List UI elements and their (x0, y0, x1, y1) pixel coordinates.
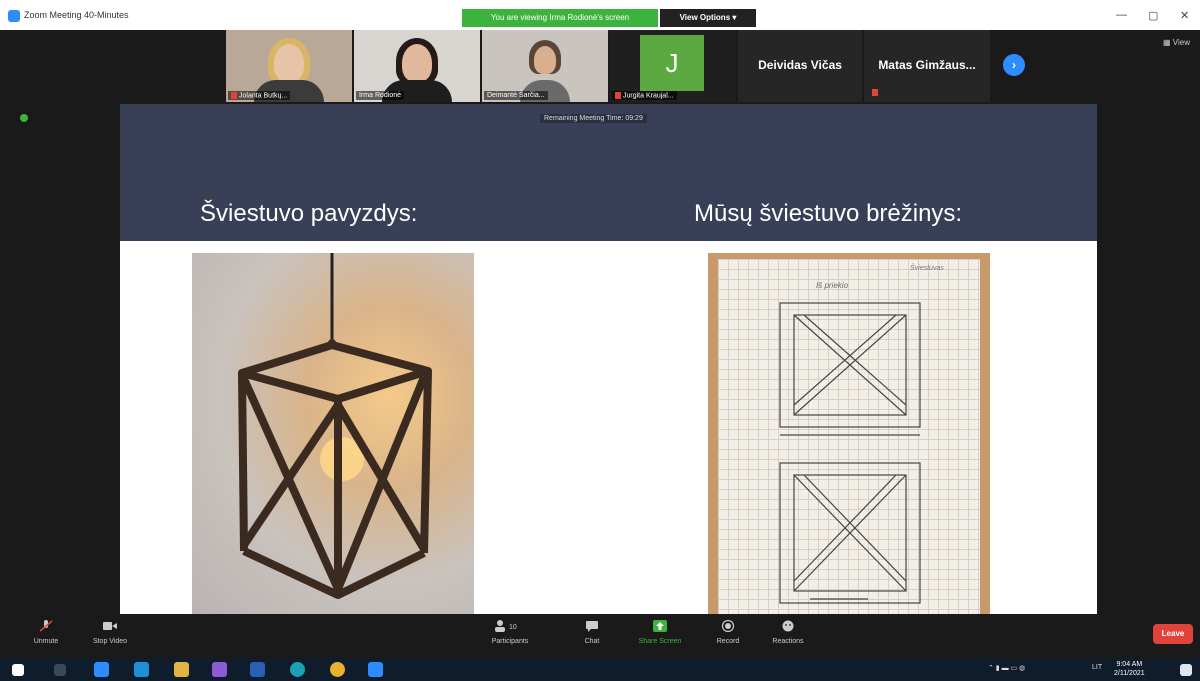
edge-icon[interactable] (290, 662, 305, 677)
security-shield-icon[interactable] (20, 114, 28, 122)
record-icon (721, 619, 735, 633)
svg-text:10: 10 (509, 624, 517, 631)
mic-muted-icon (231, 91, 237, 99)
close-button[interactable]: ✕ (1180, 9, 1189, 22)
chrome-icon[interactable] (330, 662, 345, 677)
share-screen-button[interactable]: Share Screen (630, 620, 690, 645)
participant-name: Deividas Vičas (758, 58, 842, 72)
participant-initial-avatar: J (640, 35, 704, 91)
chat-button[interactable]: Chat (574, 620, 610, 645)
screen-share-banner: You are viewing Irma Rodionė's screen (462, 9, 658, 27)
notifications-icon[interactable] (1180, 664, 1192, 676)
app-l-icon[interactable] (94, 662, 109, 677)
window-title: Zoom Meeting 40-Minutes (24, 10, 129, 20)
file-explorer-icon[interactable] (174, 662, 189, 677)
graph-paper: Šviestuvas Iš priekio (718, 259, 980, 614)
view-button[interactable]: ▦ View (1163, 38, 1190, 47)
view-options-button[interactable]: View Options ▾ (660, 9, 756, 27)
lamp-drawing-photo: Šviestuvas Iš priekio (708, 253, 990, 614)
unmute-button[interactable]: Unmute (26, 620, 66, 645)
chat-label: Chat (584, 638, 600, 645)
remaining-meeting-time: Remaining Meeting Time: 09:29 (540, 114, 647, 123)
participant-nameplate: Jolanta Butkų... (228, 90, 291, 100)
participant-nameplate: Jurgita Kraujal... (612, 90, 677, 100)
reactions-smiley-icon (781, 620, 795, 632)
zoom-taskbar-icon[interactable] (368, 662, 383, 677)
window-title-bar: Zoom Meeting 40-Minutes You are viewing … (0, 0, 1200, 30)
mic-muted-icon (615, 91, 621, 99)
taskbar-clock[interactable]: 9:04 AM 2/11/2021 (1114, 660, 1145, 678)
participant-face (274, 44, 304, 82)
zoom-logo-icon (8, 10, 20, 22)
technical-drawing (779, 302, 921, 604)
share-screen-icon (653, 620, 667, 632)
participants-label: Participants (491, 638, 529, 645)
participant-video-thumbnail[interactable]: Deimantė Šarčia... (482, 30, 608, 102)
word-icon[interactable] (250, 662, 265, 677)
wooden-lamp-illustration (238, 253, 432, 599)
task-view-icon[interactable] (54, 664, 66, 676)
video-camera-icon (103, 620, 117, 632)
share-screen-label: Share Screen (638, 638, 682, 645)
leave-meeting-button[interactable]: Leave (1153, 624, 1193, 644)
meeting-toolbar: Unmute Stop Video 10 Participants Chat S… (0, 614, 1200, 658)
unmute-label: Unmute (33, 638, 59, 645)
edge-legacy-icon[interactable] (134, 662, 149, 677)
participant-nameplate: Deimantė Šarčia... (484, 91, 548, 100)
participant-video-thumbnail[interactable]: Jolanta Butkų... (226, 30, 352, 102)
participants-icon: 10 (495, 620, 525, 632)
reactions-label: Reactions (772, 638, 804, 645)
participant-video-thumbnail[interactable]: Irma Rodionė (354, 30, 480, 102)
windows-start-icon[interactable] (12, 664, 24, 676)
shared-screen-slide: Remaining Meeting Time: 09:29 Šviestuvo … (120, 104, 1097, 614)
stop-video-label: Stop Video (92, 638, 128, 645)
lamp-example-photo (192, 253, 474, 614)
mic-muted-icon (39, 620, 53, 632)
language-indicator[interactable]: LIT (1092, 664, 1102, 671)
participant-name-tile[interactable]: Matas Gimžaus... (864, 30, 990, 102)
participant-face (534, 46, 556, 74)
stop-video-button[interactable]: Stop Video (88, 620, 132, 645)
reactions-button[interactable]: Reactions (768, 620, 808, 645)
clock-time: 9:04 AM (1116, 661, 1143, 668)
participant-face (402, 44, 432, 82)
system-tray-icons[interactable]: ⌃ ▮ ▬ ▭ ◍ (988, 664, 1025, 672)
record-button[interactable]: Record (710, 619, 746, 645)
chat-bubble-icon (585, 620, 599, 632)
minimize-button[interactable]: — (1116, 9, 1127, 21)
restore-button[interactable]: ▢ (1148, 9, 1158, 22)
next-page-icon[interactable]: › (1003, 54, 1025, 76)
paint-icon[interactable] (212, 662, 227, 677)
slide-heading-drawing: Mūsų šviestuvo brėžinys: (694, 200, 963, 227)
record-label: Record (716, 638, 740, 645)
mic-muted-icon (872, 89, 878, 96)
participant-video-thumbnail[interactable]: J Jurgita Kraujal... (610, 30, 736, 102)
participants-button[interactable]: 10 Participants (480, 620, 540, 645)
windows-taskbar: ⌃ ▮ ▬ ▭ ◍ LIT 9:04 AM 2/11/2021 (0, 658, 1200, 681)
participant-name: Matas Gimžaus... (878, 58, 976, 72)
slide-heading-example: Šviestuvo pavyzdys: (200, 200, 418, 227)
participant-name-tile[interactable]: Deividas Vičas (738, 30, 862, 102)
participant-nameplate: Irma Rodionė (356, 91, 405, 100)
meeting-area: Jolanta Butkų... Irma Rodionė Deimantė Š… (0, 30, 1200, 614)
clock-date: 2/11/2021 (1114, 670, 1145, 677)
